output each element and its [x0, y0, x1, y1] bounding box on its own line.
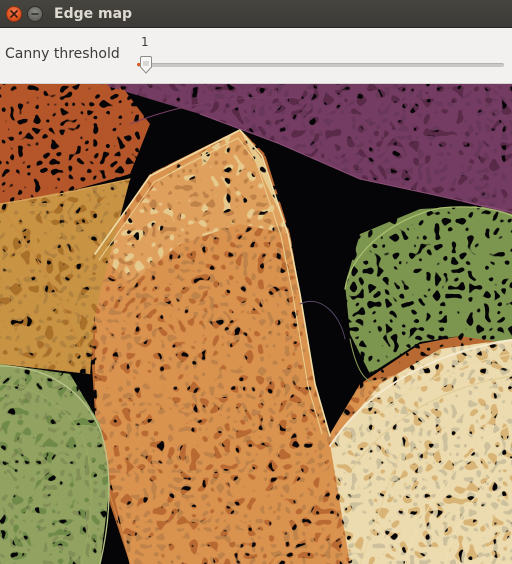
trackbar-thumb[interactable] — [139, 56, 153, 74]
close-icon — [10, 10, 18, 18]
minimize-icon — [31, 13, 39, 15]
trackbar-track[interactable] — [137, 63, 504, 67]
title-bar[interactable]: Edge map — [0, 0, 512, 28]
edge-map-canvas — [0, 84, 512, 564]
app-window: Edge map Canny threshold 1 — [0, 0, 512, 564]
close-button[interactable] — [6, 6, 22, 22]
trackbar-label: Canny threshold — [5, 46, 120, 62]
edge-map-image[interactable] — [0, 84, 512, 564]
minimize-button[interactable] — [27, 6, 43, 22]
trackbar-panel: Canny threshold 1 — [0, 28, 512, 84]
trackbar-value: 1 — [141, 35, 149, 49]
window-title: Edge map — [54, 6, 133, 22]
